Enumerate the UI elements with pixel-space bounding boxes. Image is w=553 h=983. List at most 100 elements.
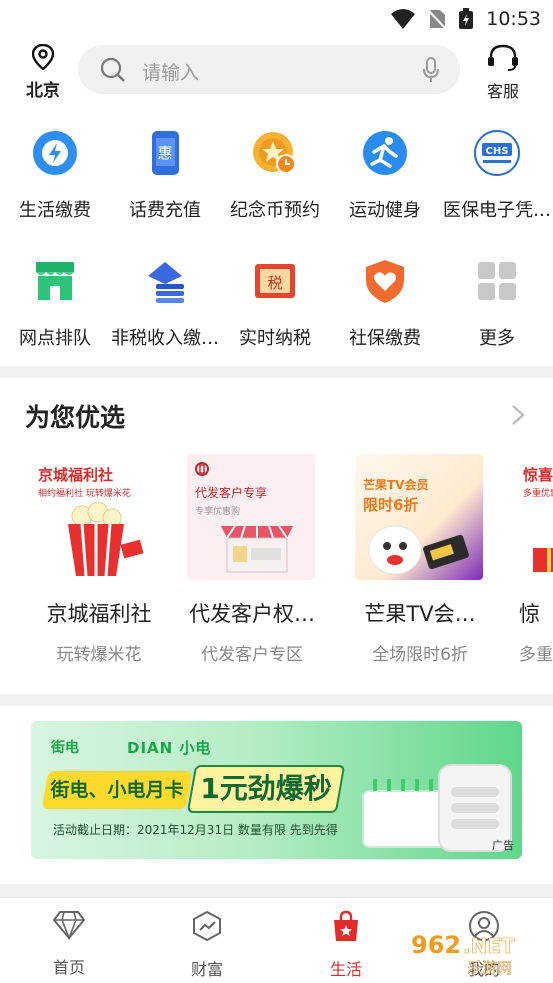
card-image: 惊喜 多重优惠享 (519, 454, 553, 580)
shopping-bag-icon (334, 910, 358, 941)
card-title: 代发客户权… (189, 602, 315, 626)
banner-headline-1: 街电、小电月卡 (41, 771, 193, 809)
tax-icon: 税 (255, 264, 295, 298)
service-branch-queue[interactable]: 网点排队 (0, 258, 110, 350)
svg-text:乐游网: 乐游网 (467, 959, 512, 977)
customer-service-label: 客服 (486, 82, 519, 101)
storefront-icon (221, 525, 293, 573)
search-placeholder: 请输入 (142, 62, 200, 84)
service-fitness[interactable]: 运动健身 (330, 130, 440, 222)
lightning-icon (33, 131, 77, 175)
status-time: 10:53 (486, 8, 541, 30)
grid-icon (478, 262, 516, 300)
service-label: 网点排队 (19, 328, 91, 349)
location-pin-icon (31, 43, 55, 71)
card-image: 代发客户专享 专享优惠购 (187, 454, 315, 580)
card-title: 惊 (519, 602, 540, 626)
tab-label: 首页 (52, 958, 85, 977)
svg-text:惠: 惠 (157, 144, 172, 162)
service-label: 话费充值 (129, 200, 201, 221)
service-medical-insurance[interactable]: CHS 医保电子凭… (442, 130, 552, 222)
card-image-title: 惊喜 (523, 466, 553, 484)
card-title: 芒果TV会… (364, 602, 476, 626)
card-image-subtitle: 多重优惠享 (523, 489, 553, 499)
headset-icon (488, 44, 518, 71)
popcorn-icon (68, 502, 144, 577)
service-social-security[interactable]: 社保缴费 (330, 258, 440, 350)
gift-icon (533, 548, 553, 572)
location-selector[interactable]: 北京 (20, 43, 66, 101)
service-more[interactable]: 更多 (442, 258, 552, 350)
section-title: 为您优选 (25, 403, 126, 432)
tab-home[interactable]: 首页 (29, 910, 109, 978)
mascot-icon (368, 525, 469, 575)
stack-icon (148, 262, 184, 303)
recommend-card[interactable]: 代发客户专享 专享优惠购 代发客户权… 代发客户专区 (187, 454, 317, 665)
tab-label: 财富 (190, 960, 223, 979)
card-subtitle: 玩转爆米花 (56, 645, 142, 665)
quick-services-grid: 生活缴费 惠 话费充值 纪念币预约 运动健身 CHS 医保电子凭… 网点排队 非… (0, 108, 553, 366)
running-icon (363, 131, 407, 175)
banner-note: 活动截止日期：2021年12月31日 数量有限 先到先得 (53, 823, 338, 837)
search-icon (100, 57, 125, 82)
no-sim-icon (427, 9, 447, 30)
card-subtitle: 多重 (519, 645, 553, 665)
service-label: 纪念币预约 (230, 200, 320, 221)
card-subtitle: 全场限时6折 (372, 645, 468, 665)
service-label: 生活缴费 (19, 200, 91, 221)
location-label: 北京 (26, 81, 60, 101)
service-label: 运动健身 (349, 200, 421, 221)
phone-recharge-icon: 惠 (152, 131, 179, 175)
card-image-title: 京城福利社 (38, 466, 114, 484)
top-header: 北京 请输入 客服 (0, 38, 553, 108)
diamond-icon (52, 911, 86, 941)
recommend-card[interactable]: 惊喜 多重优惠享 惊 多重 (519, 454, 553, 665)
service-label: 社保缴费 (349, 328, 421, 349)
chs-badge-icon: CHS (474, 130, 520, 176)
microphone-icon[interactable] (422, 57, 440, 83)
bank-logo-icon (195, 462, 209, 476)
svg-text:962: 962 (411, 931, 461, 959)
promo-banner[interactable]: 街电 DIAN 小电 街电、小电月卡 1元劲爆秒 活动截止日期：2021年12月… (31, 721, 522, 859)
card-image-subtitle: 相约福利社 玩转爆米花 (38, 489, 131, 499)
recommend-card[interactable]: 京城福利社 相约福利社 玩转爆米花 京城福利社 玩转爆米花 (34, 454, 164, 665)
search-input[interactable]: 请输入 (78, 45, 460, 94)
tab-label: 生活 (329, 960, 362, 979)
banner-brand: 街电 (51, 740, 79, 756)
card-image: 京城福利社 相约福利社 玩转爆米花 (34, 454, 162, 580)
coin-clock-icon (253, 132, 296, 174)
status-bar: 10:53 (0, 0, 553, 38)
service-label: 非税收入缴… (111, 328, 219, 349)
customer-service-button[interactable]: 客服 (480, 44, 526, 102)
service-label: 实时纳税 (239, 328, 311, 349)
banner-headline-2: 1元劲爆秒 (186, 765, 346, 813)
chevron-right-icon[interactable] (511, 404, 525, 426)
banner-brand-2: DIAN 小电 (127, 739, 212, 757)
card-image-title: 代发客户专享 (195, 486, 268, 500)
heart-shield-icon (366, 260, 404, 303)
recommend-card[interactable]: 芒果TV会员 限时6折 芒果TV会… 全场限时6折 (355, 454, 485, 665)
tab-wealth[interactable]: 财富 (167, 910, 247, 980)
service-life-payment[interactable]: 生活缴费 (0, 130, 110, 222)
card-image-title: 芒果TV会员 (363, 478, 429, 492)
service-nontax-payment[interactable]: 非税收入缴… (110, 258, 220, 350)
service-phone-recharge[interactable]: 惠 话费充值 (110, 130, 220, 222)
card-image: 芒果TV会员 限时6折 (355, 454, 483, 580)
svg-text:CHS: CHS (486, 146, 509, 157)
branch-store-icon (36, 262, 74, 300)
card-subtitle: 代发客户专区 (201, 645, 303, 665)
svg-text:.NET: .NET (463, 934, 515, 958)
trend-icon (193, 910, 221, 942)
banner-section: 街电 DIAN 小电 街电、小电月卡 1元劲爆秒 活动截止日期：2021年12月… (0, 706, 553, 884)
card-image-subtitle: 限时6折 (363, 496, 419, 514)
service-label: 医保电子凭… (443, 200, 551, 221)
ad-label: 广告 (492, 839, 514, 852)
site-watermark: 962 .NET 乐游网 (411, 931, 515, 977)
wifi-icon (391, 9, 415, 29)
service-realtime-tax[interactable]: 税 实时纳税 (220, 258, 330, 350)
service-coin-booking[interactable]: 纪念币预约 (220, 130, 330, 222)
tab-life[interactable]: 生活 (306, 910, 386, 980)
battery-icon (459, 8, 473, 29)
card-title: 京城福利社 (46, 602, 152, 626)
service-label: 更多 (479, 328, 515, 349)
